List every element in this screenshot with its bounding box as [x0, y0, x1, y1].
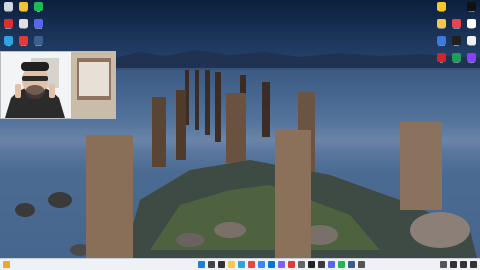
chevron-up-icon[interactable] [440, 261, 447, 268]
adobe-icon [4, 19, 13, 28]
desktop-icon-label: Audio [453, 45, 460, 47]
recycle-bin-icon [4, 2, 13, 11]
discord-icon [34, 19, 43, 28]
desktop-icon-label: Folder [438, 28, 445, 30]
taskbar-left [0, 261, 123, 268]
desktop-icon-right-1[interactable] [450, 2, 463, 17]
desktop-icon-right-4[interactable]: Media [450, 19, 463, 34]
tiktok-icon [467, 2, 476, 11]
spotify-icon[interactable] [338, 261, 345, 268]
desktop-icon-left-3[interactable]: Adobe [2, 19, 15, 34]
desktop-icon-left-1[interactable]: Chrome [17, 2, 30, 17]
blank-icon [452, 2, 461, 11]
desktop-icon-label: App [36, 11, 41, 13]
sticky-note-icon [437, 2, 446, 11]
camera-icon[interactable] [358, 261, 365, 268]
steam-icon[interactable] [348, 261, 355, 268]
desktop-icon-label: Red [439, 62, 444, 64]
desktop-icon-label: Edge [5, 45, 12, 47]
weather-icon[interactable] [3, 261, 10, 268]
desktop-icon-right-7[interactable]: Audio [450, 36, 463, 51]
desktop-icon-label: Sticky [438, 11, 445, 13]
desktop-icon-label: Folder [20, 28, 27, 30]
webcam-overlay [0, 51, 116, 119]
desktop-icon-right-6[interactable]: Control [435, 36, 448, 51]
chrome-icon [19, 2, 28, 11]
notes-icon [467, 19, 476, 28]
desktop-icon-left-0[interactable]: Recycle [2, 2, 15, 17]
desktop-icons-right: Sticky TikTok Folder Media Notes Control Audio… [435, 2, 478, 68]
media-icon[interactable] [288, 261, 295, 268]
control-panel-icon [437, 36, 446, 45]
red-app-icon [437, 53, 446, 62]
battery-icon[interactable] [470, 261, 477, 268]
media-player-icon [452, 19, 461, 28]
desktop-icon-left-2[interactable]: App [32, 2, 45, 17]
desktop-icon-right-3[interactable]: Folder [435, 19, 448, 34]
chrome-icon [467, 36, 476, 45]
media-icon [19, 36, 28, 45]
file-explorer-icon[interactable] [228, 261, 235, 268]
desktop-icon-right-9[interactable]: Red [435, 53, 448, 68]
mail-icon[interactable] [268, 261, 275, 268]
green-app-icon [452, 53, 461, 62]
steam-icon [34, 36, 43, 45]
wifi-icon[interactable] [450, 261, 457, 268]
desktop-icon-right-2[interactable]: TikTok [465, 2, 478, 17]
desktop-icon-right-11[interactable]: Purple [465, 53, 478, 68]
terminal-icon[interactable] [308, 261, 315, 268]
desktop-icon-right-0[interactable]: Sticky [435, 2, 448, 17]
discord-icon[interactable] [328, 261, 335, 268]
obs-icon[interactable] [318, 261, 325, 268]
wallpaper-pier [0, 50, 480, 270]
desktop-icon-label: TikTok [468, 11, 475, 13]
desktop-icon-label: Notes [468, 28, 475, 30]
photos-icon[interactable] [278, 261, 285, 268]
desktop-icon-label: Chrome [467, 45, 476, 47]
desktop-icon-label: Steam [35, 45, 42, 47]
folder-icon [437, 19, 446, 28]
desktop-icon-label: Chrome [19, 11, 28, 13]
desktop-icon-label: Media [453, 28, 460, 30]
desktop-icon-left-7[interactable]: Media [17, 36, 30, 51]
desktop-icon-label: Media [20, 45, 27, 47]
app-icon [34, 2, 43, 11]
chrome-icon[interactable] [248, 261, 255, 268]
volume-icon[interactable] [460, 261, 467, 268]
edge-icon [4, 36, 13, 45]
desktop-icon-left-5[interactable]: Discord [32, 19, 45, 34]
system-tray [440, 261, 480, 268]
edge-icon[interactable] [238, 261, 245, 268]
store-icon[interactable] [258, 261, 265, 268]
desktop-icon-label: Recycle [4, 11, 13, 13]
start-icon[interactable] [198, 261, 205, 268]
desktop-icon-label: Control [437, 45, 446, 47]
desktop-icon-right-10[interactable]: Green [450, 53, 463, 68]
task-view-icon[interactable] [218, 261, 225, 268]
desktop-icon-label: Discord [34, 28, 43, 30]
folder-icon [19, 19, 28, 28]
purple-app-icon [467, 53, 476, 62]
desktop-icons-left: Recycle Chrome App Adobe Folder Discord Edge Me… [2, 2, 45, 51]
desktop-icon-right-8[interactable]: Chrome [465, 36, 478, 51]
desktop-icon-left-8[interactable]: Steam [32, 36, 45, 51]
desktop-icon-left-6[interactable]: Edge [2, 36, 15, 51]
webcam-person-image [1, 52, 115, 118]
audio-icon [452, 36, 461, 45]
taskbar [0, 258, 480, 270]
desktop-icon-label: Purple [468, 62, 475, 64]
desktop-icon-label: Green [453, 62, 460, 64]
desktop: Recycle Chrome App Adobe Folder Discord Edge Me… [0, 0, 480, 270]
search-icon[interactable] [208, 261, 215, 268]
taskbar-center [123, 261, 440, 268]
desktop-icon-right-5[interactable]: Notes [465, 19, 478, 34]
settings-icon[interactable] [298, 261, 305, 268]
desktop-icon-label: Adobe [5, 28, 12, 30]
desktop-icon-left-4[interactable]: Folder [17, 19, 30, 34]
